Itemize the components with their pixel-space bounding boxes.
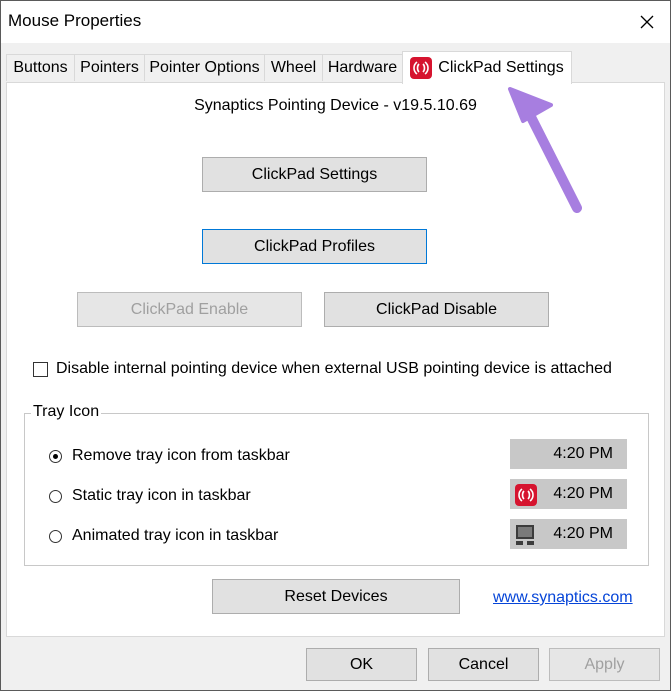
tab-buttons[interactable]: Buttons (6, 54, 75, 81)
tab-label: Wheel (270, 59, 317, 76)
synaptics-icon (515, 484, 537, 506)
touchpad-icon (516, 525, 534, 545)
close-button[interactable] (624, 1, 670, 43)
tray-preview-time: 4:20 PM (553, 445, 613, 462)
clickpad-disable-button[interactable]: ClickPad Disable (324, 292, 549, 327)
tab-hardware[interactable]: Hardware (322, 54, 403, 81)
tray-preview-time: 4:20 PM (553, 485, 613, 502)
tab-clickpad-settings[interactable]: ClickPad Settings (402, 51, 572, 84)
synaptics-icon (410, 57, 433, 79)
tray-option-remove[interactable]: Remove tray icon from taskbar (49, 447, 290, 465)
tray-option-label: Animated tray icon in taskbar (72, 527, 279, 544)
tab-label: Pointer Options (149, 59, 260, 76)
tab-label: Hardware (327, 59, 398, 76)
disable-internal-label: Disable internal pointing device when ex… (56, 360, 612, 377)
tray-preview-animated: 4:20 PM (510, 519, 627, 549)
synaptics-link[interactable]: www.synaptics.com (493, 589, 633, 607)
cancel-button[interactable]: Cancel (428, 648, 539, 681)
clickpad-settings-button[interactable]: ClickPad Settings (202, 157, 427, 192)
window-title: Mouse Properties (8, 11, 142, 30)
clickpad-enable-button[interactable]: ClickPad Enable (77, 292, 302, 327)
tab-strip: Buttons Pointers Pointer Options Wheel H… (1, 43, 670, 84)
tab-pointers[interactable]: Pointers (74, 54, 145, 81)
tray-option-label: Remove tray icon from taskbar (72, 447, 290, 464)
disable-internal-checkbox[interactable] (33, 361, 48, 377)
clickpad-profiles-button[interactable]: ClickPad Profiles (202, 229, 427, 264)
static-tray-radio[interactable] (49, 489, 62, 503)
clickpad-settings-panel: Synaptics Pointing Device - v19.5.10.69 … (6, 82, 665, 637)
tab-pointer-options[interactable]: Pointer Options (144, 54, 265, 81)
mouse-properties-window: Mouse Properties Buttons Pointers Pointe… (0, 0, 671, 691)
ok-button[interactable]: OK (306, 648, 417, 681)
tab-label: ClickPad Settings (438, 59, 564, 76)
apply-button[interactable]: Apply (549, 648, 660, 681)
animated-tray-radio[interactable] (49, 529, 62, 543)
tray-preview-static: 4:20 PM (510, 479, 627, 509)
reset-devices-button[interactable]: Reset Devices (212, 579, 460, 614)
title-bar: Mouse Properties (1, 1, 670, 43)
device-version-label: Synaptics Pointing Device - v19.5.10.69 (194, 97, 477, 114)
tray-icon-group: Tray Icon Remove tray icon from taskbar … (24, 403, 649, 566)
tab-label: Pointers (80, 59, 139, 76)
tray-icon-legend: Tray Icon (31, 403, 102, 421)
tray-option-static[interactable]: Static tray icon in taskbar (49, 487, 251, 505)
tray-option-animated[interactable]: Animated tray icon in taskbar (49, 527, 278, 545)
remove-tray-radio[interactable] (49, 449, 62, 463)
tab-wheel[interactable]: Wheel (264, 54, 323, 81)
close-icon (640, 15, 654, 29)
tray-preview-time: 4:20 PM (553, 525, 613, 542)
tray-option-label: Static tray icon in taskbar (72, 487, 251, 504)
disable-internal-row[interactable]: Disable internal pointing device when ex… (33, 360, 612, 378)
tray-preview-remove: 4:20 PM (510, 439, 627, 469)
tab-label: Buttons (13, 59, 68, 76)
